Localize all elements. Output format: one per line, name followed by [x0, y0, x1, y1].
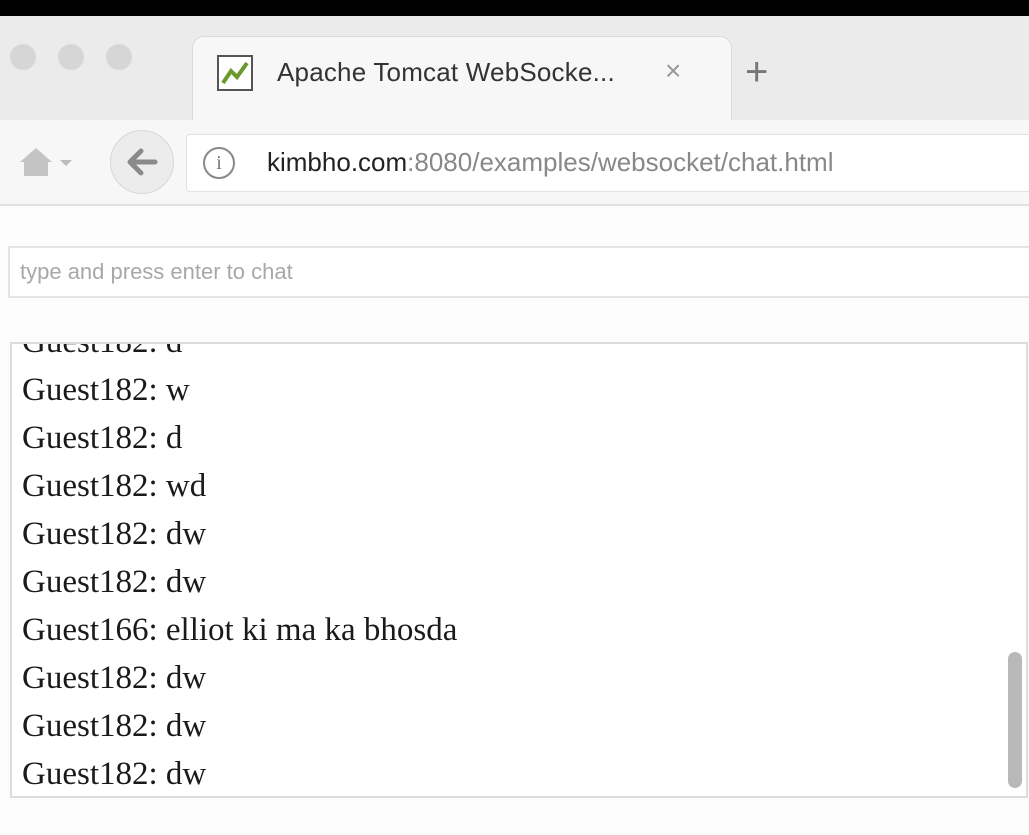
tab-title: Apache Tomcat WebSocke...	[277, 57, 615, 87]
back-button[interactable]	[110, 130, 174, 194]
chat-message: Guest182: dw	[22, 756, 207, 792]
url-text[interactable]: kimbho.com:8080/examples/websocket/chat.…	[267, 147, 834, 178]
back-arrow-icon	[127, 148, 158, 176]
chat-message: Guest182: dw	[22, 708, 207, 744]
url-host: kimbho.com	[267, 147, 408, 177]
chat-message: Guest182: dw	[22, 660, 207, 696]
window-zoom-control[interactable]	[106, 44, 132, 70]
window-minimize-control[interactable]	[58, 44, 84, 70]
site-info-icon[interactable]: i	[203, 147, 235, 179]
window-close-control[interactable]	[10, 44, 36, 70]
chat-message: Guest182: dw	[22, 564, 207, 600]
chat-message: Guest182: d	[22, 420, 183, 456]
tomcat-favicon-icon	[217, 55, 253, 91]
navigation-bar: i kimbho.com:8080/examples/websocket/cha…	[0, 120, 1029, 206]
screen-frame: Apache Tomcat WebSocke... × + i kimbho.c…	[0, 0, 1029, 835]
tab-close-icon[interactable]: ×	[665, 55, 681, 87]
chat-message: Guest182: w	[22, 372, 190, 408]
chat-message: Guest182: wd	[22, 468, 207, 504]
tab-active[interactable]: Apache Tomcat WebSocke... ×	[192, 36, 732, 120]
address-bar[interactable]: i kimbho.com:8080/examples/websocket/cha…	[186, 134, 1029, 192]
page-content: Guest182: d Guest182: w Guest182: d Gues…	[0, 206, 1029, 835]
tab-bar: Apache Tomcat WebSocke... × +	[0, 16, 1029, 120]
home-button[interactable]	[16, 142, 76, 182]
chat-message: Guest182: dw	[22, 516, 207, 552]
new-tab-button[interactable]: +	[745, 52, 768, 92]
chat-message: Guest166: elliot ki ma ka bhosda	[22, 612, 458, 648]
home-icon	[20, 148, 72, 176]
console-scrollbar[interactable]	[1008, 652, 1022, 788]
chat-message: Guest182: d	[22, 342, 183, 360]
chat-console[interactable]: Guest182: d Guest182: w Guest182: d Gues…	[10, 342, 1028, 798]
message-list: Guest182: d Guest182: w Guest182: d Gues…	[22, 342, 458, 796]
browser-window: Apache Tomcat WebSocke... × + i kimbho.c…	[0, 16, 1029, 835]
chat-input[interactable]	[8, 246, 1029, 298]
url-path: :8080/examples/websocket/chat.html	[407, 147, 834, 177]
